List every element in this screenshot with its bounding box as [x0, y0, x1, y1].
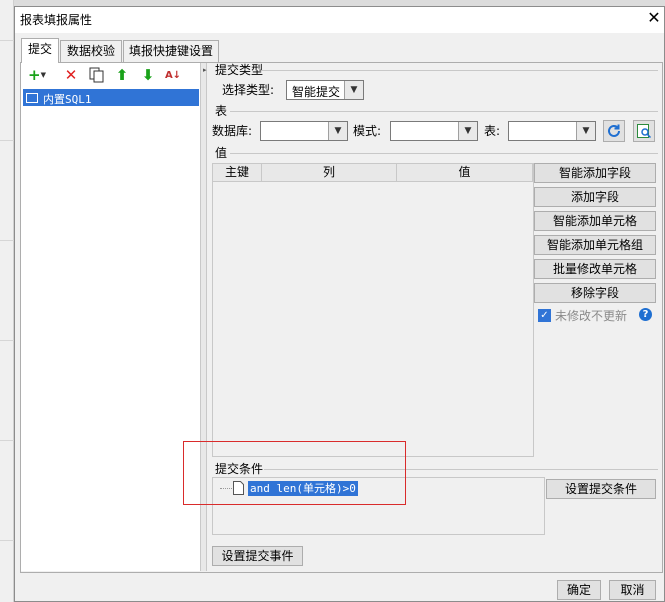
background-gridline [0, 340, 14, 341]
close-icon[interactable]: ✕ [646, 9, 662, 27]
group-divider [230, 111, 658, 112]
arrow-down-icon[interactable]: ⬇ [138, 66, 158, 84]
schema-select[interactable]: ▼ [390, 121, 478, 141]
chevron-down-icon: ▼ [328, 122, 347, 140]
group-divider [230, 153, 658, 154]
highlight-box [183, 441, 406, 505]
copy-icon[interactable] [86, 66, 106, 84]
background-gridline [0, 140, 14, 141]
no-update-label: 未修改不更新 [555, 309, 628, 323]
column-header-column[interactable]: 列 [262, 164, 397, 182]
sql-dataset-icon [26, 93, 38, 103]
plus-glyph: + [28, 66, 41, 84]
remove-field-button[interactable]: 移除字段 [534, 283, 656, 303]
add-field-button[interactable]: 添加字段 [534, 187, 656, 207]
smart-add-cell-button[interactable]: 智能添加单元格 [534, 211, 656, 231]
set-submit-event-button[interactable]: 设置提交事件 [212, 546, 303, 566]
submit-type-select[interactable]: 智能提交 ▼ [286, 80, 364, 100]
sort-az-icon[interactable]: A↓ [163, 66, 183, 84]
values-table[interactable] [212, 163, 534, 457]
dialog-titlebar [15, 7, 664, 33]
cancel-button[interactable]: 取消 [609, 580, 656, 600]
no-update-checkbox[interactable]: ✓ [538, 309, 551, 322]
column-header-key[interactable]: 主键 [213, 164, 262, 182]
dropdown-arrow-icon: ▼ [40, 71, 46, 79]
submit-list-pane [21, 63, 201, 571]
dialog-title: 报表填报属性 [20, 13, 93, 27]
background-gridline [0, 440, 14, 441]
submit-type-value: 智能提交 [292, 85, 341, 99]
background-gridline [0, 240, 14, 241]
values-group-label: 值 [215, 146, 228, 160]
select-type-label: 选择类型: [222, 83, 275, 97]
chevron-down-icon: ▼ [576, 122, 595, 140]
database-label: 数据库: [212, 124, 253, 138]
column-header-value[interactable]: 值 [397, 164, 533, 182]
table-group-label: 表 [215, 104, 228, 118]
database-select[interactable]: ▼ [260, 121, 348, 141]
table-select[interactable]: ▼ [508, 121, 596, 141]
background-sheet-column [0, 0, 14, 602]
help-icon[interactable]: ? [639, 308, 652, 321]
table-label: 表: [484, 124, 501, 138]
background-gridline [0, 540, 14, 541]
refresh-icon[interactable] [603, 120, 625, 142]
smart-add-cell-group-button[interactable]: 智能添加单元格组 [534, 235, 656, 255]
tab-shortcut-settings[interactable]: 填报快捷键设置 [123, 40, 219, 62]
preview-table-icon[interactable] [633, 120, 655, 142]
schema-label: 模式: [353, 124, 382, 138]
delete-x-icon[interactable]: ✕ [61, 66, 81, 84]
smart-add-field-button[interactable]: 智能添加字段 [534, 163, 656, 183]
submit-type-group-label: 提交类型 [215, 63, 264, 77]
group-divider [262, 70, 658, 71]
background-gridline [0, 40, 14, 41]
ok-button[interactable]: 确定 [557, 580, 601, 600]
batch-modify-cell-button[interactable]: 批量修改单元格 [534, 259, 656, 279]
chevron-down-icon: ▼ [344, 81, 363, 99]
splitter-arrow-icon[interactable]: ▸ [203, 66, 207, 74]
tab-submit[interactable]: 提交 [21, 38, 59, 63]
arrow-up-icon[interactable]: ⬆ [112, 66, 132, 84]
tab-data-validation[interactable]: 数据校验 [60, 40, 122, 62]
chevron-down-icon: ▼ [458, 122, 477, 140]
set-condition-button[interactable]: 设置提交条件 [546, 479, 656, 499]
tree-item-label: 内置SQL1 [43, 93, 92, 106]
plus-icon[interactable]: + ▼ [27, 66, 47, 84]
